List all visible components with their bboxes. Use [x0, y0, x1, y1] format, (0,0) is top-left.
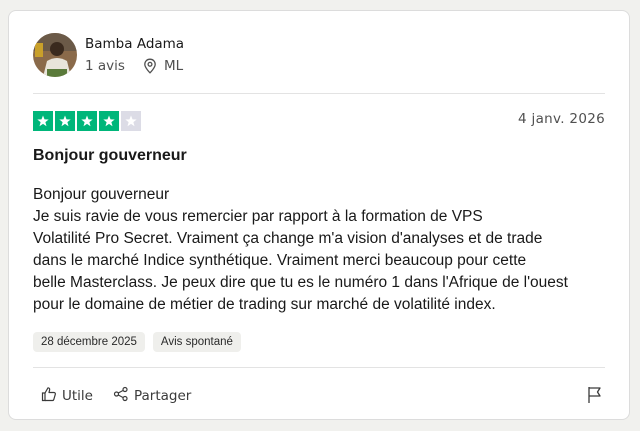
share-label: Partager — [133, 388, 192, 404]
divider — [33, 367, 605, 368]
thumbs-up-icon — [41, 386, 57, 406]
review-body-line: Bonjour gouverneur — [33, 186, 170, 203]
star-rating — [33, 111, 141, 131]
flag-icon[interactable] — [585, 385, 605, 405]
review-body-line: dans le marché Indice synthétique. Vraim… — [33, 252, 527, 269]
star-empty — [121, 111, 141, 131]
star-filled — [33, 111, 53, 131]
share-button[interactable]: Partager — [113, 386, 191, 406]
review-body: Bonjour gouverneur Je suis ravie de vous … — [33, 184, 613, 316]
author-name[interactable]: Bamba Adama — [85, 36, 184, 52]
review-actions: Utile Partager — [41, 386, 191, 406]
review-date: 4 janv. 2026 — [518, 111, 605, 127]
divider — [33, 93, 605, 94]
map-pin-icon — [143, 58, 157, 74]
reviews-count: 1 avis — [85, 58, 125, 74]
star-filled — [99, 111, 119, 131]
review-title: Bonjour gouverneur — [33, 147, 187, 164]
review-body-line: belle Masterclass. Je peux dire que tu e… — [33, 274, 568, 291]
review-card: Bamba Adama 1 avis ML 4 janv. 2026 Bonjo… — [8, 10, 630, 420]
star-filled — [55, 111, 75, 131]
star-icon — [37, 115, 49, 127]
star-icon — [103, 115, 115, 127]
review-body-line: pour le domaine de métier de trading sur… — [33, 296, 496, 313]
avatar[interactable] — [33, 33, 77, 77]
author-meta: 1 avis ML — [85, 58, 183, 74]
useful-label: Utile — [62, 388, 93, 404]
share-icon — [113, 386, 129, 406]
experience-date-tag: 28 décembre 2025 — [33, 332, 145, 352]
review-tags: 28 décembre 2025 Avis spontané — [33, 332, 241, 352]
spontaneous-review-tag: Avis spontané — [152, 332, 241, 352]
star-icon — [81, 115, 93, 127]
star-filled — [77, 111, 97, 131]
author-location: ML — [163, 58, 184, 74]
useful-button[interactable]: Utile — [41, 386, 93, 406]
star-icon — [59, 115, 71, 127]
review-body-line: Je suis ravie de vous remercier par rapp… — [33, 208, 483, 225]
review-body-line: Volatilité Pro Secret. Vraiment ça chang… — [33, 230, 543, 247]
star-icon — [125, 115, 137, 127]
